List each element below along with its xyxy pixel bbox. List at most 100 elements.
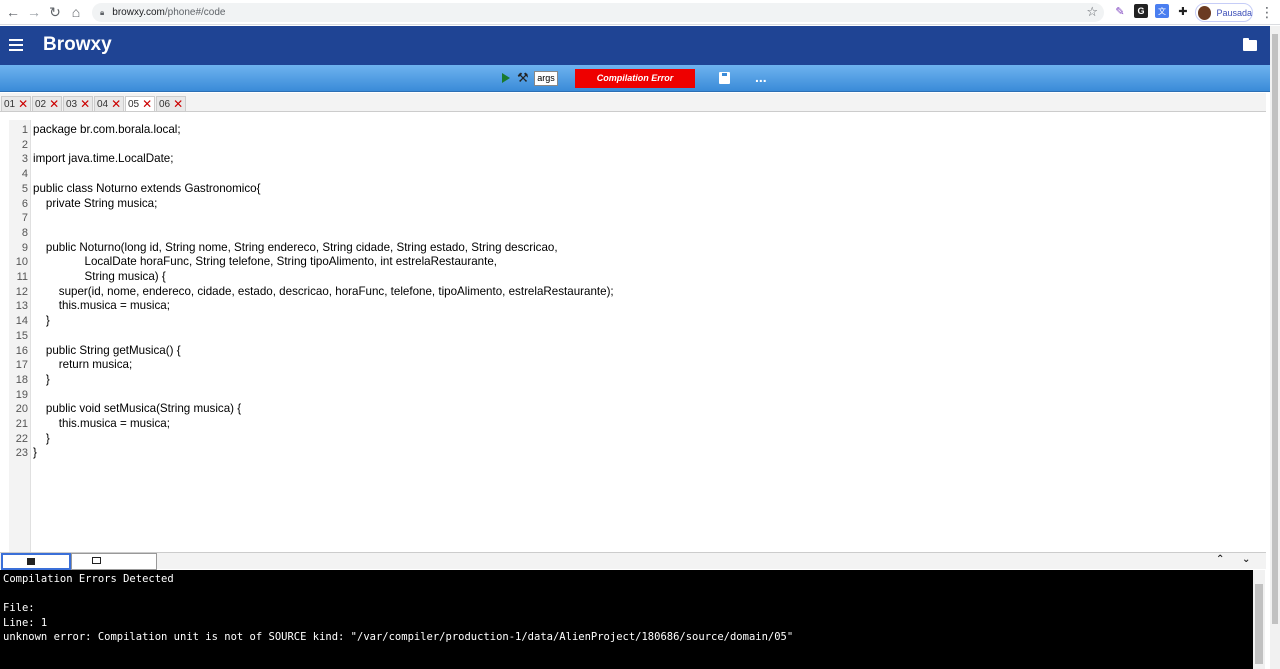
home-icon[interactable]: ⌂: [65, 1, 87, 23]
console-tabs: ⌃ ⌄: [0, 552, 1266, 570]
args-input[interactable]: args: [534, 71, 558, 86]
save-icon[interactable]: [719, 72, 730, 84]
code-line: }: [33, 446, 37, 460]
console-scrollbar[interactable]: [1253, 570, 1265, 669]
line-number: 10: [15, 256, 28, 269]
tab-output[interactable]: [71, 553, 157, 570]
pen-extension-icon[interactable]: ✎: [1113, 4, 1127, 18]
code-line: public void setMusica(String musica) {: [33, 402, 242, 416]
close-icon[interactable]: ✕: [18, 97, 28, 111]
code-line: public class Noturno extends Gastronomic…: [33, 181, 261, 195]
chevron-down-icon[interactable]: ⌄: [1242, 554, 1250, 565]
code-line: return musica;: [33, 358, 133, 372]
console-output: Compilation Errors Detected File: Line: 1…: [0, 570, 1253, 669]
chevron-up-icon[interactable]: ⌃: [1216, 554, 1224, 565]
code-line: String musica) {: [33, 270, 166, 283]
scrollbar-thumb[interactable]: [1272, 34, 1278, 624]
tab-02[interactable]: 02 ✕: [32, 96, 63, 111]
page-scrollbar[interactable]: [1270, 26, 1280, 669]
line-number: 3: [21, 153, 28, 166]
code-line: }: [33, 314, 50, 328]
console-line: Line: 1: [3, 616, 48, 629]
code-line: package br.com.borala.local;: [33, 123, 181, 136]
run-icon[interactable]: [502, 73, 510, 83]
lock-icon: 🔒︎: [100, 7, 105, 17]
close-icon[interactable]: ✕: [49, 97, 59, 111]
tab-label: 04: [97, 98, 109, 110]
monitor-icon: [92, 557, 101, 564]
code-line: this.musica = musica;: [33, 417, 170, 430]
tab-06[interactable]: 06 ✕: [156, 96, 187, 111]
browser-menu-icon[interactable]: ⋮: [1260, 4, 1274, 21]
url-path: /phone#/code: [164, 7, 226, 18]
bookmark-star-icon[interactable]: ☆: [1086, 4, 1098, 20]
build-tools-icon[interactable]: ⚒: [517, 70, 529, 86]
reload-icon[interactable]: ↻: [44, 1, 66, 23]
console-line: Compilation Errors Detected: [3, 573, 174, 585]
code-line: LocalDate horaFunc, String telefone, Str…: [33, 255, 497, 269]
address-bar[interactable]: 🔒︎ browxy.com/phone#/code ☆: [92, 3, 1104, 22]
line-number: 5: [21, 182, 28, 195]
code-line: import java.time.LocalDate;: [33, 152, 174, 166]
line-number: 16: [15, 344, 28, 357]
profile-button[interactable]: Pausada: [1195, 3, 1253, 22]
tab-03[interactable]: 03 ✕: [63, 96, 94, 111]
line-number: 11: [16, 271, 28, 283]
line-number: 1: [21, 124, 28, 136]
puzzle-extensions-icon[interactable]: ✚: [1176, 4, 1190, 18]
code-line: public Noturno(long id, String nome, Str…: [33, 240, 558, 254]
profile-label: Pausada: [1216, 7, 1252, 18]
line-number: 2: [21, 138, 28, 151]
line-number: 6: [21, 197, 28, 210]
code-line: }: [33, 431, 50, 445]
line-number: 20: [15, 403, 28, 416]
forward-icon[interactable]: →: [23, 1, 45, 23]
app-title: Browxy: [43, 34, 112, 55]
line-number: 22: [15, 432, 28, 445]
code-line: }: [33, 372, 50, 386]
code-editor[interactable]: 1 package br.com.borala.local; 2 3 import ja…: [9, 120, 1267, 552]
tab-04[interactable]: 04 ✕: [94, 96, 125, 111]
tab-05[interactable]: 05 ✕: [125, 96, 156, 111]
line-number: 7: [21, 212, 28, 225]
console-line: File:: [3, 602, 35, 615]
tab-label: 06: [159, 98, 171, 110]
file-tabs: 01 ✕ 02 ✕ 03 ✕ 04 ✕ 05 ✕ 06 ✕: [0, 93, 1266, 112]
close-icon[interactable]: ✕: [80, 97, 90, 111]
folder-icon[interactable]: [1243, 38, 1257, 51]
back-icon[interactable]: ←: [2, 1, 24, 23]
more-options-icon[interactable]: ...: [755, 69, 767, 85]
code-line: this.musica = musica;: [33, 299, 170, 313]
line-number: 15: [15, 329, 28, 342]
hamburger-menu-icon[interactable]: [9, 39, 23, 51]
console-line: unknown error: Compilation unit is not o…: [3, 631, 794, 644]
avatar: [1198, 5, 1212, 20]
url-host: browxy.com: [112, 7, 165, 18]
url-text: browxy.com/phone#/code: [112, 7, 225, 18]
tab-label: 05: [128, 98, 140, 110]
line-number: 17: [15, 359, 28, 372]
tab-console[interactable]: [1, 553, 71, 570]
line-number: 18: [15, 373, 28, 386]
line-number: 14: [15, 315, 28, 328]
line-number: 21: [15, 418, 28, 430]
terminal-icon: [27, 558, 35, 565]
line-number: 19: [15, 388, 28, 401]
browser-toolbar: ← → ↻ ⌂ 🔒︎ browxy.com/phone#/code ☆ ✎ G …: [0, 0, 1280, 25]
scrollbar-thumb[interactable]: [1255, 584, 1263, 664]
line-number: 12: [15, 285, 28, 298]
close-icon[interactable]: ✕: [111, 97, 121, 111]
app-header: Browxy: [0, 26, 1270, 65]
line-number: 9: [21, 241, 28, 254]
status-badge: Compilation Error: [575, 69, 695, 88]
line-number: 4: [21, 168, 28, 181]
close-icon[interactable]: ✕: [173, 97, 183, 111]
code-line: super(id, nome, endereco, cidade, estado…: [33, 284, 614, 298]
tab-label: 03: [66, 98, 78, 110]
tab-01[interactable]: 01 ✕: [1, 96, 32, 111]
close-icon[interactable]: ✕: [142, 97, 152, 111]
tab-label: 02: [35, 98, 47, 110]
g-extension-icon[interactable]: G: [1134, 4, 1148, 18]
translate-extension-icon[interactable]: 文: [1155, 4, 1169, 18]
